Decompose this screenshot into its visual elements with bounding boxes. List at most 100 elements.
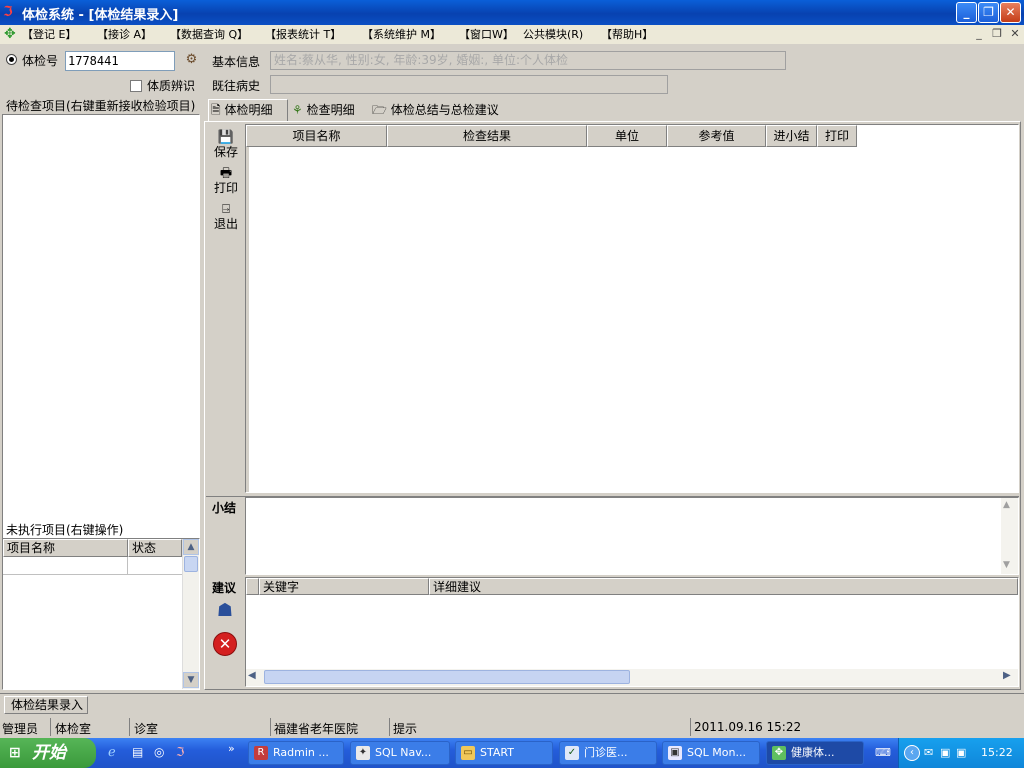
tab-check-detail[interactable]: ⚘ 检查明细 xyxy=(290,100,368,121)
clock[interactable]: 15:22 xyxy=(981,746,1013,759)
mdi-minimize-button[interactable]: _ xyxy=(972,26,986,40)
col-print[interactable]: 打印 xyxy=(817,125,857,147)
status-hospital: 福建省老年医院 xyxy=(274,722,359,736)
task-sql-nav[interactable]: ✦ SQL Nav... xyxy=(350,741,450,765)
mdi-child-icon[interactable]: ✥ xyxy=(4,27,19,42)
save-button[interactable]: 💾 保存 xyxy=(210,130,242,160)
title-bar: ℑ 体检系统 - [体检结果录入] _ ❐ ✕ xyxy=(0,0,1024,25)
vertical-scrollbar[interactable]: ▲ ▼ xyxy=(182,539,199,689)
menu-reports[interactable]: 【报表统计 T】 xyxy=(265,26,341,42)
scroll-left-icon[interactable]: ◀ xyxy=(248,670,256,681)
status-hint: 提示 xyxy=(393,722,418,736)
network-icon[interactable]: ▣ xyxy=(956,746,966,759)
app-shortcut-icon[interactable]: ℑ xyxy=(176,745,192,761)
system-tray: ‹ ✉ ▣ ▣ 15:22 xyxy=(898,738,1024,768)
col-result[interactable]: 检查结果 xyxy=(387,125,587,147)
task-start-folder[interactable]: ▭ START xyxy=(455,741,553,765)
constitution-checkbox[interactable] xyxy=(130,80,142,92)
tab-summary-advice[interactable]: 🗁 体检总结与总检建议 xyxy=(370,100,510,121)
radmin-icon: R xyxy=(254,746,268,760)
status-room: 诊室 xyxy=(134,722,159,736)
exam-no-radio[interactable] xyxy=(6,54,17,65)
col-unit[interactable]: 单位 xyxy=(587,125,667,147)
add-advice-icon[interactable]: ☗ xyxy=(211,600,239,626)
document-icon: 🗎 xyxy=(211,103,221,117)
menu-public[interactable]: 公共模块(R) xyxy=(523,26,583,42)
col-status[interactable]: 状态 xyxy=(128,539,182,557)
print-button[interactable]: 🖶 打印 xyxy=(210,167,242,196)
advice-indicator-header xyxy=(246,578,259,595)
col-keyword[interactable]: 关键字 xyxy=(259,578,429,595)
mail-icon[interactable]: ✉ xyxy=(924,746,933,759)
window-title: 体检系统 - [体检结果录入] xyxy=(22,8,179,23)
tab-check-detail-label: 检查明细 xyxy=(306,103,355,117)
ie-icon[interactable]: ℯ xyxy=(108,745,124,761)
pending-items-list[interactable] xyxy=(2,114,200,568)
menu-system[interactable]: 【系统维护 M】 xyxy=(362,26,441,42)
start-button[interactable]: ⊞ 开始 xyxy=(0,738,96,768)
advice-grid[interactable]: 关键字 详细建议 ◀ ▶ xyxy=(245,577,1019,687)
grid-indicator-column xyxy=(246,147,249,492)
restore-button[interactable]: ❐ xyxy=(978,2,999,23)
media-icon[interactable]: ◎ xyxy=(154,745,170,761)
mdi-tabbar: 体检结果录入 xyxy=(0,693,1024,715)
tab-summary-advice-label: 体检总结与总检建议 xyxy=(390,103,499,117)
notepad-icon[interactable]: ▤ xyxy=(132,745,148,761)
scroll-down-icon[interactable]: ▼ xyxy=(1003,560,1010,570)
mdi-tab-result-entry[interactable]: 体检结果录入 xyxy=(4,696,88,714)
floppy-icon: 💾 xyxy=(217,130,235,145)
task-sql-monitor[interactable]: ▣ SQL Mon... xyxy=(662,741,760,765)
menu-reception[interactable]: 【接诊 A】 xyxy=(97,26,152,42)
task-label: 门诊医... xyxy=(584,746,628,759)
summary-label: 小结 xyxy=(212,501,237,515)
status-dept: 体检室 xyxy=(55,722,92,736)
task-clinic[interactable]: ✓ 门诊医... xyxy=(559,741,657,765)
tab-exam-detail[interactable]: 🗎 体检明细 xyxy=(208,99,288,121)
keyboard-icon[interactable]: ⌨ xyxy=(875,746,891,760)
scroll-up-icon[interactable]: ▲ xyxy=(183,539,199,555)
summary-textarea[interactable]: ▲ ▼ xyxy=(245,497,1019,575)
exit-button[interactable]: ⍈ 退出 xyxy=(210,203,242,232)
col-project-name[interactable]: 项目名称 xyxy=(246,125,387,147)
result-grid[interactable]: 项目名称 检查结果 单位 参考值 进小结 打印 xyxy=(245,124,1019,493)
mdi-close-button[interactable]: ✕ xyxy=(1008,26,1022,40)
task-label: Radmin ... xyxy=(273,746,329,759)
col-detail-advice[interactable]: 详细建议 xyxy=(429,578,1018,595)
delete-advice-icon[interactable]: ✕ xyxy=(213,632,237,656)
mdi-restore-button[interactable]: ❐ xyxy=(990,26,1004,40)
quicklaunch-expand-icon[interactable]: » xyxy=(228,742,235,755)
menu-register[interactable]: 【登记 E】 xyxy=(22,26,76,42)
summary-scrollbar[interactable]: ▲ ▼ xyxy=(1001,498,1018,574)
task-label: START xyxy=(480,746,514,759)
taskbar: ⊞ 开始 ℯ ▤ ◎ ℑ » R Radmin ... ✦ SQL Nav...… xyxy=(0,738,1024,768)
unexecuted-grid[interactable]: 项目名称 状态 ▲ ▼ xyxy=(2,538,200,690)
menu-query[interactable]: 【数据查询 Q】 xyxy=(170,26,248,42)
scroll-right-icon[interactable]: ▶ xyxy=(1003,670,1011,681)
col-item-name[interactable]: 项目名称 xyxy=(3,539,128,557)
history-field xyxy=(270,75,668,94)
horizontal-scrollbar[interactable]: ◀ ▶ xyxy=(246,669,1018,686)
exam-no-input[interactable]: 1778441 xyxy=(65,51,175,71)
exit-label: 退出 xyxy=(213,217,238,231)
search-icon[interactable]: ⚙ xyxy=(183,52,200,69)
table-row[interactable] xyxy=(3,557,128,575)
close-button[interactable]: ✕ xyxy=(1000,2,1021,23)
col-to-summary[interactable]: 进小结 xyxy=(766,125,817,147)
task-radmin[interactable]: R Radmin ... xyxy=(248,741,344,765)
menu-help[interactable]: 【帮助H】 xyxy=(601,26,653,42)
network-icon[interactable]: ▣ xyxy=(940,746,950,759)
col-reference[interactable]: 参考值 xyxy=(667,125,766,147)
tray-expand-icon[interactable]: ‹ xyxy=(904,745,920,761)
menu-bar: ✥ 【登记 E】 【接诊 A】 【数据查询 Q】 【报表统计 T】 【系统维护 … xyxy=(0,25,1024,44)
scroll-thumb[interactable] xyxy=(184,556,198,572)
status-divider xyxy=(389,718,390,736)
table-row[interactable] xyxy=(128,557,182,575)
menu-window[interactable]: 【窗口W】 xyxy=(459,26,514,42)
scroll-up-icon[interactable]: ▲ xyxy=(1003,500,1010,510)
task-health-exam[interactable]: ✥ 健康体... xyxy=(766,741,864,765)
scroll-down-icon[interactable]: ▼ xyxy=(183,672,199,688)
minimize-button[interactable]: _ xyxy=(956,2,977,23)
scroll-thumb[interactable] xyxy=(264,670,630,684)
clinic-app-icon: ✓ xyxy=(565,746,579,760)
pending-items-title: 待检查项目(右键重新接收检验项目) xyxy=(6,99,196,113)
